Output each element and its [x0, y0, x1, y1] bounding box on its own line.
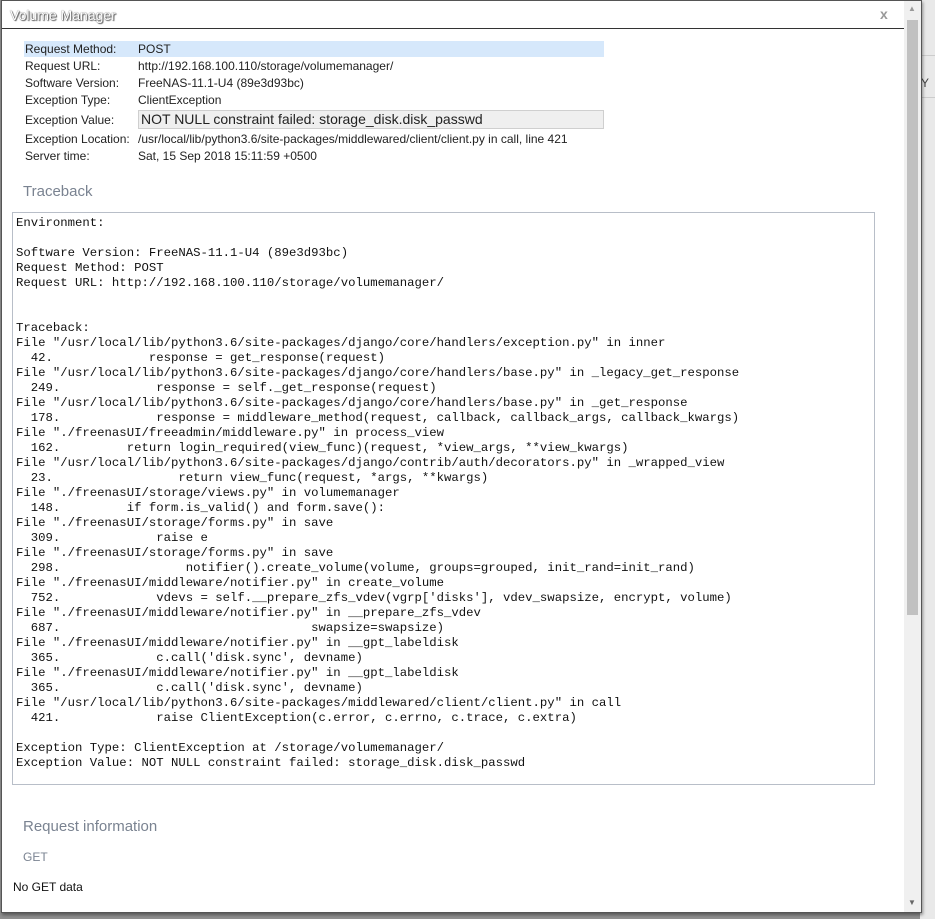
close-button[interactable]: x: [880, 6, 888, 22]
dialog-titlebar[interactable]: Volume Manager x: [2, 1, 905, 29]
summary-row-server-time: Server time: Sat, 15 Sep 2018 15:11:59 +…: [24, 148, 604, 164]
background-page: Y: [920, 0, 935, 919]
exception-value-box: NOT NULL constraint failed: storage_disk…: [138, 110, 604, 129]
summary-label: Request Method:: [25, 42, 117, 56]
summary-row-software-version: Software Version: FreeNAS-11.1-U4 (89e3d…: [24, 75, 604, 91]
scrollbar-thumb[interactable]: [907, 20, 918, 615]
traceback-text[interactable]: Environment: Software Version: FreeNAS-1…: [12, 212, 875, 785]
background-text: Y: [921, 76, 930, 90]
summary-label: Exception Value:: [25, 113, 115, 127]
summary-label: Exception Location:: [25, 132, 130, 146]
summary-label: Server time:: [25, 149, 90, 163]
scroll-up-arrow-icon[interactable]: ▲: [908, 4, 916, 13]
summary-row-request-method: Request Method: POST: [24, 41, 604, 57]
no-get-data: No GET data: [13, 880, 83, 894]
summary-row-request-url: Request URL: http://192.168.100.110/stor…: [24, 58, 604, 74]
summary-value: FreeNAS-11.1-U4 (89e3d93bc): [138, 76, 304, 90]
summary-label: Exception Type:: [25, 93, 111, 107]
summary-row-exception-location: Exception Location: /usr/local/lib/pytho…: [24, 131, 604, 147]
summary-value: http://192.168.100.110/storage/volumeman…: [138, 59, 394, 73]
summary-label: Software Version:: [25, 76, 120, 90]
volume-manager-dialog: Volume Manager x Request Method: POST Re…: [1, 0, 922, 913]
get-heading: GET: [23, 850, 48, 864]
summary-label: Request URL:: [25, 59, 101, 73]
vertical-scrollbar[interactable]: ▲ ▼: [904, 1, 921, 912]
summary-row-exception-type: Exception Type: ClientException: [24, 92, 604, 108]
summary-row-exception-value: Exception Value: NOT NULL constraint fai…: [24, 110, 604, 129]
request-information-heading: Request information: [23, 818, 158, 835]
traceback-heading: Traceback: [23, 183, 93, 200]
scroll-down-arrow-icon[interactable]: ▼: [908, 898, 916, 907]
summary-value: ClientException: [138, 93, 222, 107]
summary-value: /usr/local/lib/python3.6/site-packages/m…: [138, 132, 568, 146]
summary-value: POST: [138, 42, 171, 56]
dialog-title: Volume Manager: [10, 7, 116, 23]
summary-value: Sat, 15 Sep 2018 15:11:59 +0500: [138, 149, 317, 163]
